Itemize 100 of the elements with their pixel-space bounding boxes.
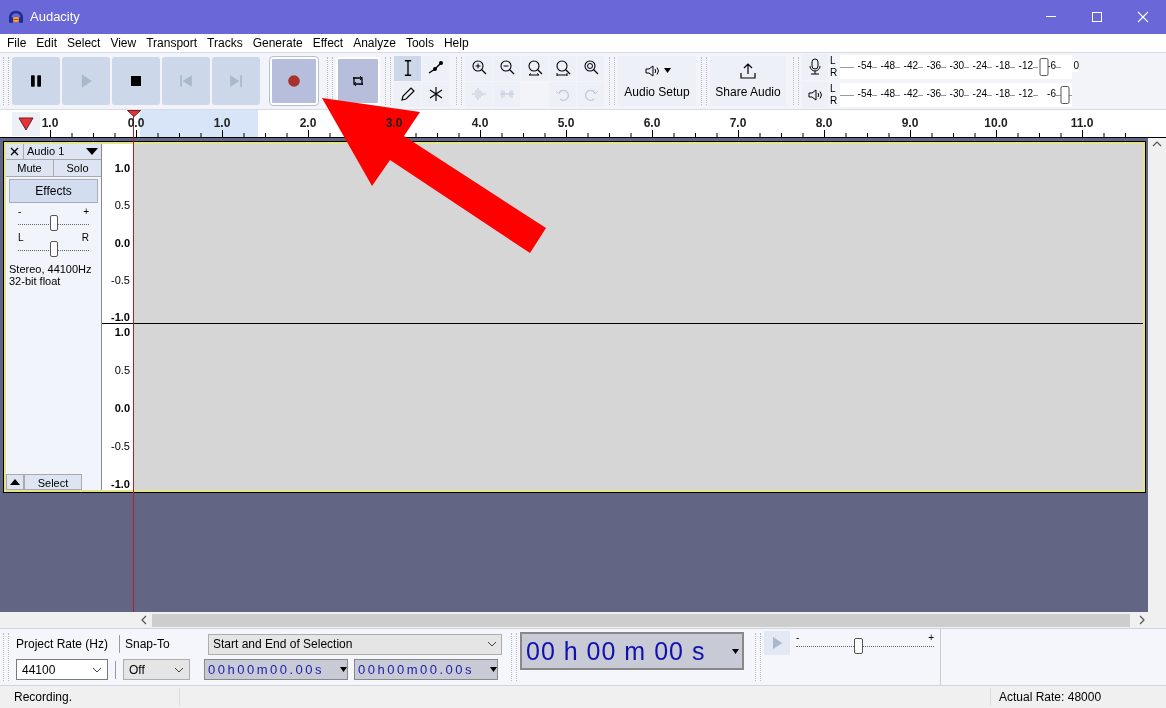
- ruler-label: 1.0: [213, 117, 231, 130]
- envelope-icon: [426, 59, 445, 77]
- ruler-label: 9.0: [901, 117, 919, 130]
- slider-max-label: +: [83, 207, 89, 217]
- ruler-label: 2.0: [299, 117, 317, 130]
- chevron-down-icon: [174, 666, 184, 673]
- ruler-label: 3.0: [385, 117, 403, 130]
- menu-item[interactable]: Generate: [247, 34, 308, 52]
- audio-position-time-display[interactable]: 00 h 00 m 00 s: [520, 632, 744, 670]
- amplitude-scale-label: 0.5: [114, 199, 131, 212]
- slider-min-label: L: [18, 233, 24, 243]
- menu-item[interactable]: Edit: [31, 34, 63, 52]
- meter-scale-label: -30: [946, 88, 964, 100]
- scrollbar-thumb[interactable]: [152, 613, 1130, 627]
- meter-scale-label: -54: [854, 60, 872, 72]
- amplitude-scale-label: -1.0: [111, 478, 131, 490]
- pencil-icon: [398, 85, 417, 103]
- menu-item[interactable]: Tracks: [202, 34, 248, 52]
- menu-item[interactable]: Tools: [400, 34, 439, 52]
- envelope-tool-button[interactable]: [422, 55, 449, 81]
- ruler-label: 4.0: [471, 117, 489, 130]
- scroll-left-icon: [140, 615, 148, 625]
- solo-button[interactable]: Solo: [54, 160, 101, 176]
- record-button[interactable]: [270, 57, 318, 105]
- selection-mode-dropdown[interactable]: Start and End of Selection: [208, 633, 502, 655]
- meter-scale-label: -12: [1015, 88, 1033, 100]
- loop-button[interactable]: [336, 57, 380, 105]
- slider-max-label: R: [81, 233, 89, 243]
- share-audio-button[interactable]: Share Audio: [710, 56, 786, 106]
- close-icon: [10, 147, 19, 156]
- menu-item[interactable]: View: [105, 34, 142, 52]
- meter-scale-label: 0: [1061, 60, 1079, 72]
- pause-button[interactable]: [12, 57, 60, 105]
- caret-icon: [490, 667, 497, 672]
- meter-scale-label: -12: [1015, 60, 1033, 72]
- close-icon: [1137, 11, 1149, 23]
- caret-icon: [664, 68, 671, 73]
- track-name-menu[interactable]: Audio 1: [24, 144, 101, 159]
- chevron-down-icon: [487, 641, 497, 647]
- selection-end-time-field[interactable]: 00h00m00.00s: [354, 659, 498, 680]
- app-logo-icon: [8, 9, 24, 25]
- menu-item[interactable]: Analyze: [348, 34, 401, 52]
- caret-icon: [340, 667, 347, 672]
- audio-setup-button[interactable]: Audio Setup: [618, 56, 696, 106]
- meter-scale-label: -48: [877, 60, 895, 72]
- maximize-icon: [1091, 11, 1103, 23]
- track-name: Audio 1: [27, 144, 65, 160]
- caret-icon: [86, 148, 98, 155]
- speaker-icon: [806, 86, 824, 104]
- project-rate-dropdown[interactable]: 44100: [16, 659, 108, 680]
- snap-to-dropdown[interactable]: Off: [123, 659, 190, 680]
- playback-meter-button[interactable]: [802, 82, 828, 108]
- meter-scale-label: -54: [854, 88, 872, 100]
- track-info: 32-bit float: [9, 275, 62, 287]
- meter-scale-label: -36: [923, 60, 941, 72]
- field-label: Project Rate (Hz): [16, 635, 120, 653]
- meter-scale-label: -30: [946, 60, 964, 72]
- menu-item[interactable]: Help: [438, 34, 474, 52]
- slider-thumb[interactable]: [49, 215, 58, 231]
- timeline-options-button[interactable]: [12, 112, 40, 136]
- meter-scale-label: -18: [992, 88, 1010, 100]
- caret-icon: [10, 479, 20, 485]
- record-meter-button[interactable]: [802, 54, 828, 80]
- ruler-label: 8.0: [815, 117, 833, 130]
- menu-item[interactable]: File: [2, 34, 32, 52]
- channel-label: L: [830, 55, 837, 67]
- amplitude-scale-label: 0.0: [114, 402, 131, 414]
- effects-button[interactable]: Effects: [9, 179, 98, 203]
- meter-gain-slider-thumb[interactable]: [1060, 86, 1070, 104]
- meter-scale-label: -18: [992, 60, 1010, 72]
- channel-label: R: [830, 67, 839, 79]
- triangle-icon: [18, 117, 34, 131]
- playback-speed-slider[interactable]: [796, 638, 934, 654]
- ruler-label: 6.0: [643, 117, 661, 130]
- ruler-label: 11.0: [1070, 117, 1094, 130]
- channel-label: L: [830, 83, 837, 95]
- draw-tool-button[interactable]: [394, 81, 421, 107]
- meter-scale-label: -6: [1038, 88, 1056, 100]
- multi-tool-button[interactable]: [422, 81, 449, 107]
- pan-slider[interactable]: [18, 241, 89, 257]
- channel-label: R: [830, 95, 839, 107]
- window-title: Audacity: [30, 8, 80, 27]
- amplitude-scale-label: -0.5: [111, 273, 131, 286]
- mute-button[interactable]: Mute: [6, 160, 54, 176]
- menu-item[interactable]: Transport: [141, 34, 203, 52]
- select-track-button[interactable]: Select: [24, 474, 82, 490]
- selection-start-time-field[interactable]: 00h00m00.00s: [204, 659, 348, 680]
- meter-scale-label: -36: [923, 88, 941, 100]
- menu-item[interactable]: Effect: [307, 34, 349, 52]
- slider-min-label: -: [796, 633, 800, 643]
- slider-thumb[interactable]: [49, 241, 58, 257]
- menu-item[interactable]: Select: [62, 34, 106, 52]
- stop-button[interactable]: [112, 57, 160, 105]
- slider-min-label: -: [18, 207, 22, 217]
- gain-slider[interactable]: [18, 215, 89, 231]
- meter-gain-slider-thumb[interactable]: [1039, 58, 1049, 76]
- meter-scale-label: -42: [900, 60, 918, 72]
- slider-thumb[interactable]: [854, 638, 864, 654]
- scroll-right-icon: [1138, 615, 1146, 625]
- selection-tool-button[interactable]: [394, 55, 421, 81]
